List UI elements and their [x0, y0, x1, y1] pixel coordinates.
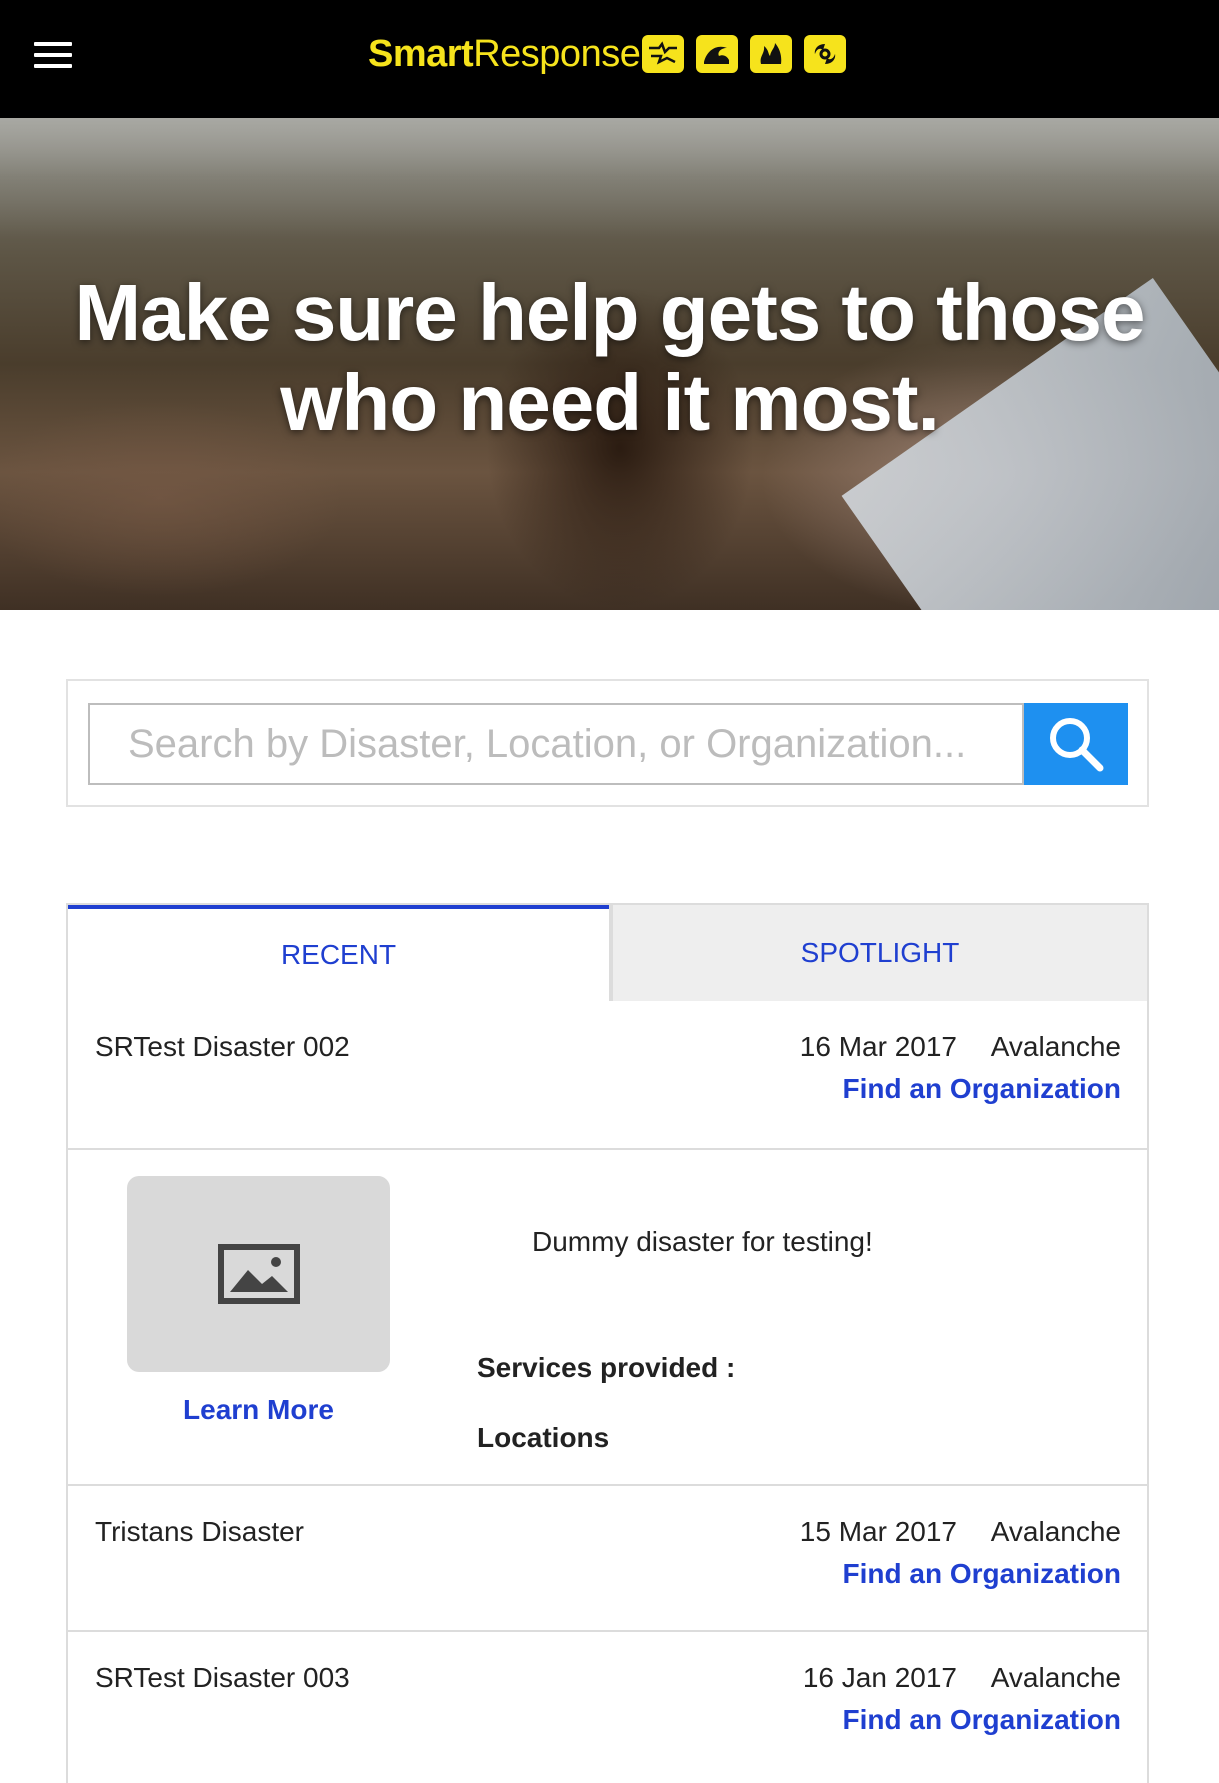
- brand-logo[interactable]: Smart Response: [368, 30, 641, 78]
- search-icon: [1050, 718, 1104, 772]
- disaster-row[interactable]: SRTest Disaster 002 16 Mar 2017 Avalanch…: [68, 1001, 1147, 1150]
- disaster-description: Dummy disaster for testing!: [532, 1226, 873, 1257]
- wildfire-icon: [750, 35, 792, 73]
- locations-label: Locations: [477, 1422, 610, 1453]
- disaster-row[interactable]: Tristans Disaster 15 Mar 2017 Avalanche …: [68, 1486, 1147, 1632]
- brand-name-bold: Smart: [368, 32, 474, 75]
- tab-spotlight[interactable]: SPOTLIGHT: [609, 905, 1147, 1001]
- earthquake-icon: [642, 35, 684, 73]
- find-organization-link[interactable]: Find an Organization: [843, 1558, 1121, 1590]
- hero-background-ridge: [0, 118, 1219, 238]
- hero-banner: Make sure help gets to those who need it…: [0, 118, 1219, 610]
- disaster-title: SRTest Disaster 003: [95, 1662, 350, 1693]
- hero-headline-line1: Make sure help gets to those: [74, 268, 1145, 357]
- disaster-date: 15 Mar 2017: [799, 1516, 957, 1547]
- learn-more-link[interactable]: Learn More: [127, 1394, 390, 1426]
- search-button[interactable]: [1024, 703, 1128, 785]
- disaster-type: Avalanche: [990, 1031, 1121, 1062]
- disaster-row[interactable]: SRTest Disaster 003 16 Jan 2017 Avalanch…: [68, 1632, 1147, 1778]
- find-organization-link[interactable]: Find an Organization: [843, 1073, 1121, 1105]
- image-placeholder-icon: [217, 1244, 300, 1304]
- disaster-detail: Learn More Dummy disaster for testing! S…: [68, 1150, 1147, 1486]
- search-container: [66, 679, 1149, 807]
- disaster-date: 16 Jan 2017: [802, 1662, 957, 1693]
- hero-headline-line2: who need it most.: [280, 358, 940, 447]
- search-input[interactable]: [88, 703, 1024, 785]
- menu-icon[interactable]: [34, 42, 72, 68]
- services-provided-label: Services provided :: [477, 1352, 736, 1383]
- brand-name-regular: Response: [473, 32, 641, 75]
- top-nav-bar: Smart Response: [0, 0, 1219, 118]
- disaster-title: SRTest Disaster 002: [95, 1031, 350, 1062]
- find-organization-link[interactable]: Find an Organization: [843, 1704, 1121, 1736]
- disaster-type: Avalanche: [990, 1662, 1121, 1693]
- tab-bar: RECENT SPOTLIGHT: [68, 905, 1147, 1001]
- disaster-date: 16 Mar 2017: [799, 1031, 957, 1062]
- disaster-type: Avalanche: [990, 1516, 1121, 1547]
- tab-recent[interactable]: RECENT: [68, 905, 609, 1001]
- disaster-image-placeholder: [127, 1176, 390, 1372]
- flood-wave-icon: [696, 35, 738, 73]
- hurricane-icon: [804, 35, 846, 73]
- disaster-list-panel: RECENT SPOTLIGHT SRTest Disaster 002 16 …: [66, 903, 1149, 1783]
- hazard-icons: [642, 35, 846, 73]
- disaster-title: Tristans Disaster: [95, 1516, 305, 1547]
- hero-headline: Make sure help gets to those who need it…: [0, 268, 1219, 448]
